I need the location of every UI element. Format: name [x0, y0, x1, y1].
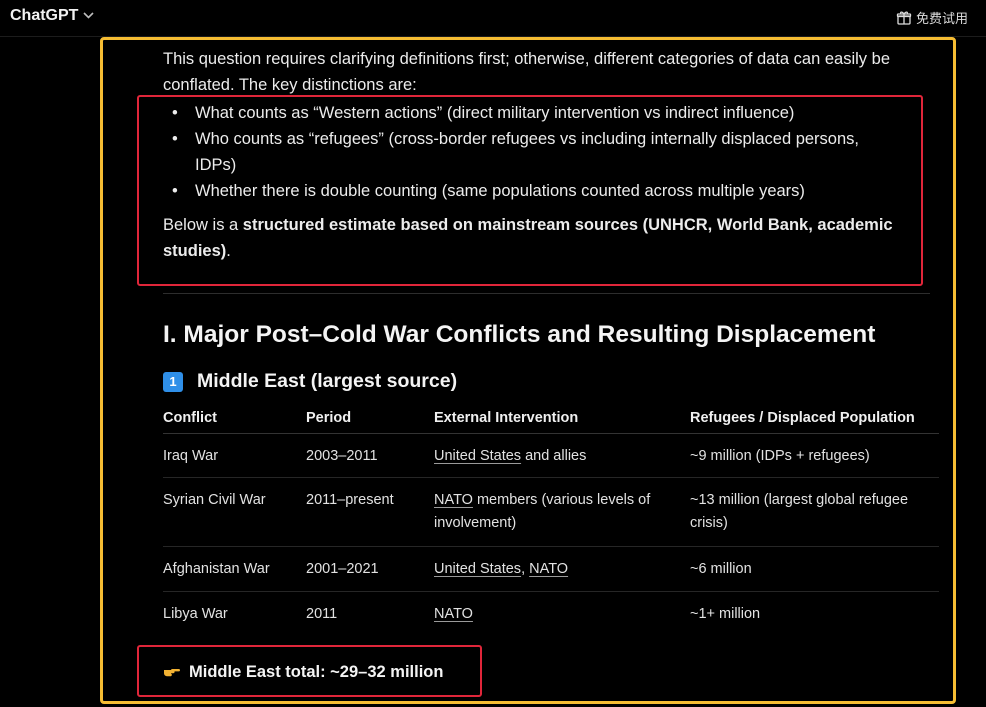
- conflict-cell: Afghanistan War: [163, 546, 306, 592]
- conflict-cell: Libya War: [163, 606, 228, 622]
- conflict-cell: Syrian Civil War: [163, 477, 306, 547]
- intervention-cell: United States, NATO: [434, 546, 690, 592]
- table-row: Syrian Civil War 2011–present NATO membe…: [163, 477, 939, 547]
- intervention-cell: NATO members (various levels of involvem…: [434, 477, 690, 547]
- period-cell: 2011: [306, 606, 338, 622]
- entity-link[interactable]: United States: [434, 561, 521, 577]
- free-trial-label: 免费试用: [915, 11, 968, 26]
- subsection-title: Middle East (largest source): [197, 370, 458, 392]
- period-cell: 2001–2021: [306, 546, 434, 592]
- section-divider: [163, 293, 930, 294]
- intervention-text: and allies: [521, 448, 587, 464]
- refugees-cell: ~13 million (largest global refugee cris…: [690, 477, 939, 547]
- entity-link[interactable]: NATO: [434, 606, 473, 622]
- conflict-cell: Iraq War: [163, 433, 306, 478]
- period-cell: 2003–2011: [306, 433, 434, 478]
- table-header-row: Conflict Period External Intervention Re…: [163, 402, 939, 434]
- chevron-down-icon: [83, 10, 95, 22]
- intervention-cell: NATO: [434, 592, 690, 637]
- period-cell: 2011–present: [306, 477, 434, 547]
- column-header: External Intervention: [434, 402, 690, 434]
- entity-link[interactable]: United States: [434, 448, 521, 464]
- section-heading: I. Major Post–Cold War Conflicts and Res…: [163, 321, 876, 348]
- intro-paragraph: This question requires clarifying defini…: [163, 50, 890, 94]
- table-row: Iraq War 2003–2011 United States and all…: [163, 433, 939, 478]
- free-trial-button[interactable]: 免费试用: [896, 8, 968, 27]
- annotation-box-definitions: [137, 95, 923, 286]
- entity-link[interactable]: NATO: [529, 561, 568, 577]
- intervention-cell: United States and allies: [434, 433, 690, 478]
- top-bar: ChatGPT 免费试用: [0, 0, 986, 37]
- table-row: Afghanistan War 2001–2021 United States,…: [163, 546, 939, 592]
- refugees-cell: ~6 million: [690, 546, 939, 592]
- app-title: ChatGPT: [10, 7, 79, 24]
- model-selector[interactable]: ChatGPT: [10, 7, 95, 25]
- column-header: Period: [306, 402, 434, 434]
- conflict-table: Conflict Period External Intervention Re…: [163, 402, 939, 637]
- column-header: Refugees / Displaced Population: [690, 402, 939, 434]
- annotation-box-total: [137, 645, 482, 697]
- keycap-one-icon: 1: [163, 371, 183, 392]
- entity-link[interactable]: NATO: [434, 492, 473, 508]
- gift-icon: [896, 11, 912, 25]
- column-header: Conflict: [163, 402, 306, 434]
- refugees-cell: ~1+ million: [690, 606, 761, 622]
- table-row: Libya War 2011 NATO ~1+ million: [163, 592, 939, 637]
- intervention-separator: ,: [521, 561, 530, 577]
- refugees-cell: ~9 million (IDPs + refugees): [690, 433, 939, 478]
- subsection-heading: 1 Middle East (largest source): [163, 370, 457, 393]
